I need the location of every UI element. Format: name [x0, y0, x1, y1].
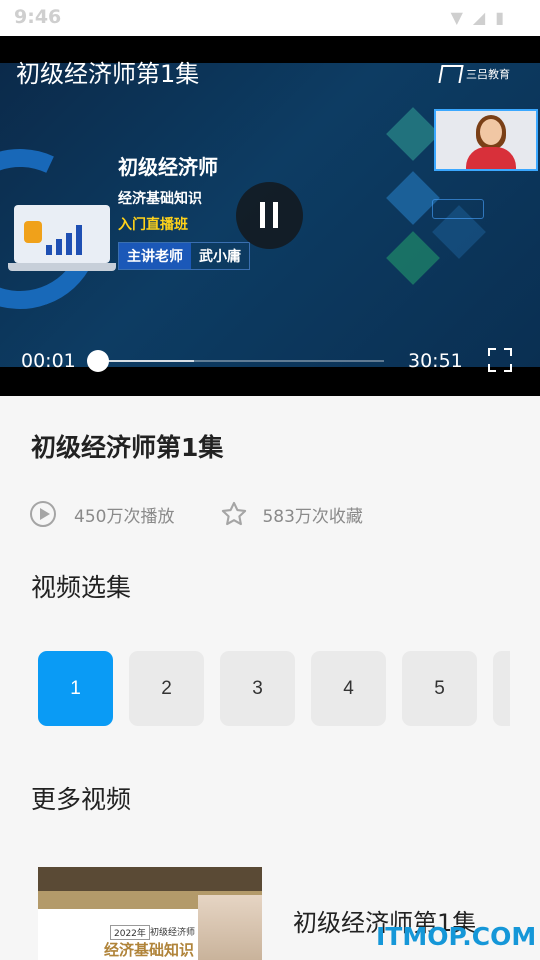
bar-chart-icon: [46, 225, 82, 255]
decor-diamond: [386, 231, 440, 285]
play-count: 450万次播放: [30, 501, 174, 527]
teacher-label: 主讲老师: [119, 243, 191, 269]
favorite-count-text: 583万次收藏: [262, 506, 363, 527]
video-title: 初级经济师第1集: [31, 433, 224, 462]
buffer-bar: [96, 360, 194, 362]
money-bag-icon: [24, 221, 42, 243]
slide-subject: 经济基础知识: [118, 191, 202, 207]
status-time: 9:46: [14, 6, 62, 28]
more-videos-section-title: 更多视频: [31, 785, 132, 814]
teacher-name: 武小庸: [199, 249, 241, 265]
video-player[interactable]: 三吕教育 初级经济师 经济基础知识 入门直播班 主讲老师 武小庸 初级经济师第1…: [0, 36, 540, 396]
status-icons: ▼ ◢ ▮: [451, 8, 504, 27]
signal-icon: ◢: [472, 8, 486, 27]
teacher-camera: [434, 109, 538, 171]
slide-teacher: 主讲老师 武小庸: [118, 242, 250, 270]
brand-logo: 三吕教育: [438, 65, 510, 83]
wifi-icon: ▼: [450, 8, 463, 27]
teacher-face: [480, 119, 502, 145]
thumb-person: [198, 895, 262, 960]
battery-icon: ▮: [495, 8, 504, 27]
episode-button-2[interactable]: 2: [129, 651, 204, 726]
pause-button[interactable]: [236, 182, 303, 249]
video-stats: 450万次播放 583万次收藏: [30, 500, 363, 528]
video-details: 初级经济师第1集 450万次播放 583万次收藏 视频选集 12345 更多视频…: [0, 396, 540, 960]
episodes-section-title: 视频选集: [31, 573, 132, 602]
episode-button-1[interactable]: 1: [38, 651, 113, 726]
seek-bar[interactable]: [96, 360, 384, 362]
slide-heading: 初级经济师: [118, 155, 218, 179]
video-thumbnail: 2022年 初级经济师 经济基础知识: [38, 867, 262, 960]
decor-diamond: [386, 107, 440, 161]
slide-class-type: 入门直播班: [118, 217, 188, 233]
player-title: 初级经济师第1集: [16, 60, 200, 88]
thumb-subject: 经济基础知识: [104, 941, 195, 959]
thumb-year: 2022年: [110, 925, 150, 940]
logo-mark-icon: [438, 65, 464, 83]
decor-frame: [432, 199, 484, 219]
play-circle-icon: [30, 501, 56, 527]
duration: 30:51: [408, 350, 463, 372]
fullscreen-button[interactable]: [488, 348, 512, 372]
episode-button-4[interactable]: 4: [311, 651, 386, 726]
episode-button-3[interactable]: 3: [220, 651, 295, 726]
episode-button-partial[interactable]: [493, 651, 510, 726]
episode-list[interactable]: 12345: [38, 651, 510, 726]
seek-thumb[interactable]: [87, 350, 109, 372]
favorite-count[interactable]: 583万次收藏: [220, 500, 363, 528]
star-icon: [222, 501, 247, 526]
current-time: 00:01: [21, 350, 76, 372]
watermark: ITMOP.COM: [376, 922, 537, 951]
pause-icon: [260, 202, 265, 228]
thumb-label: 初级经济师: [150, 928, 196, 938]
logo-text: 三吕教育: [466, 68, 510, 81]
play-count-text: 450万次播放: [74, 506, 175, 527]
pause-icon-bar: [273, 202, 278, 228]
status-bar: 9:46 ▼ ◢ ▮: [0, 0, 540, 36]
teacher-body: [466, 147, 516, 169]
player-controls: 00:01 30:51: [0, 340, 540, 380]
laptop-illustration: [8, 205, 116, 271]
slide-text: 初级经济师 经济基础知识 入门直播班 主讲老师 武小庸: [118, 151, 250, 270]
episode-button-5[interactable]: 5: [402, 651, 477, 726]
